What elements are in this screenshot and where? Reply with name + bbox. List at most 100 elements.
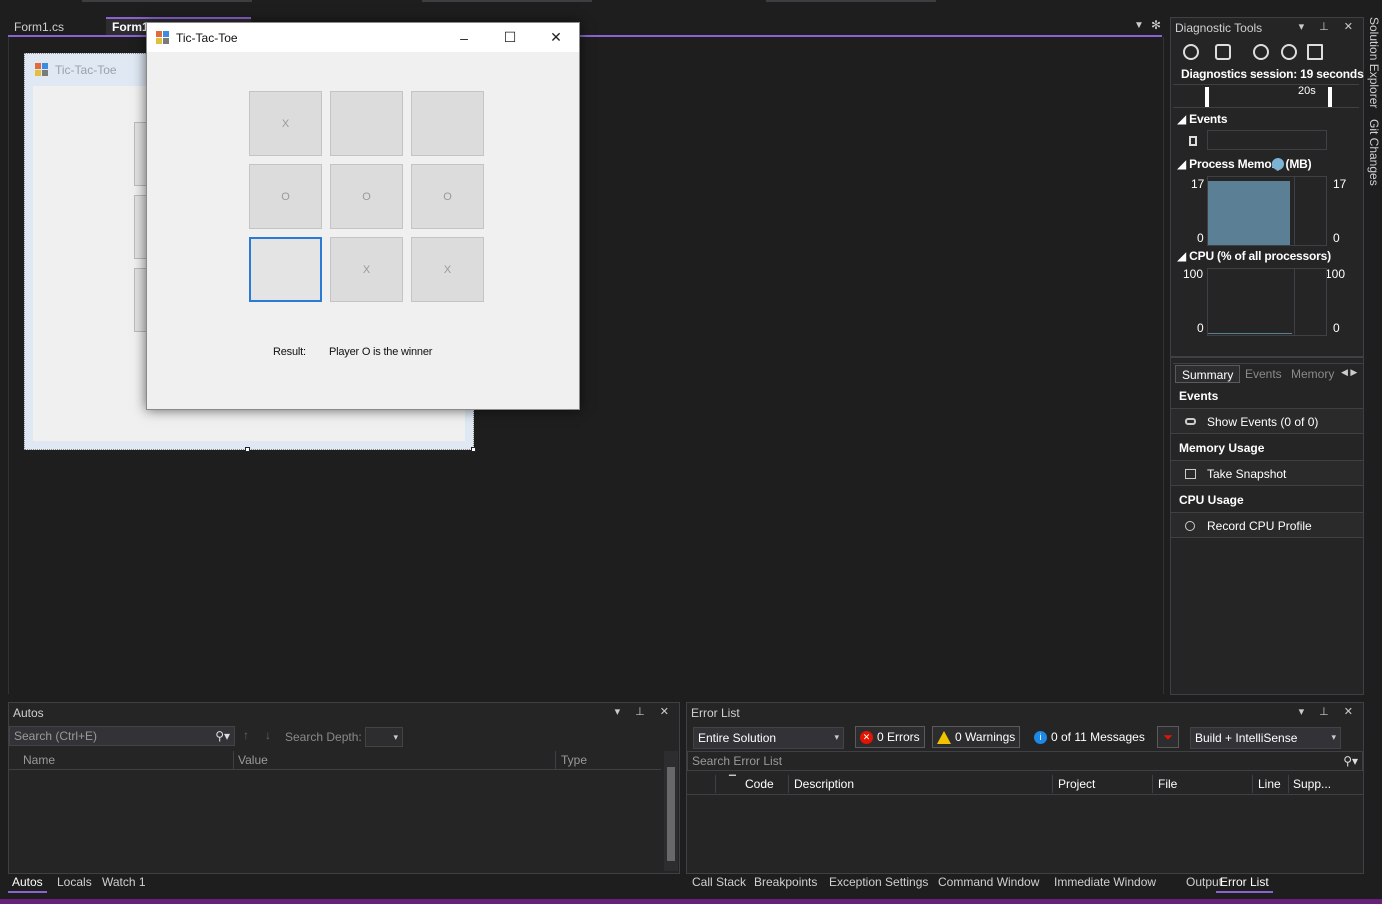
splitter[interactable] bbox=[1171, 356, 1363, 358]
board-cell[interactable]: X bbox=[411, 237, 484, 302]
panel-controls[interactable]: ▾ ⊥ ✕ bbox=[615, 705, 675, 718]
take-snapshot-link[interactable]: Take Snapshot bbox=[1207, 467, 1286, 481]
panel-controls[interactable]: ▾ ⊥ ✕ bbox=[1299, 705, 1359, 718]
events-section-header[interactable]: ◢ Events bbox=[1177, 112, 1228, 126]
memory-header-label: Process Memory (MB) bbox=[1189, 157, 1312, 171]
memory-axis-min-right: 0 bbox=[1333, 231, 1340, 245]
reset-zoom-icon[interactable] bbox=[1307, 44, 1323, 60]
column-divider[interactable] bbox=[1052, 775, 1053, 793]
column-line[interactable]: Line bbox=[1258, 777, 1281, 791]
board-cell[interactable] bbox=[411, 91, 484, 156]
messages-filter-button[interactable]: i 0 of 11 Messages bbox=[1029, 726, 1150, 748]
board-cell[interactable]: O bbox=[330, 164, 403, 229]
column-divider[interactable] bbox=[1252, 775, 1253, 793]
autos-search-input[interactable]: Search (Ctrl+E) ⚲▾ bbox=[9, 726, 235, 746]
tab-error-list[interactable]: Error List bbox=[1216, 873, 1273, 893]
search-depth-select[interactable]: ▾ bbox=[365, 727, 403, 747]
board-cell[interactable]: X bbox=[249, 91, 322, 156]
warnings-filter-button[interactable]: 0 Warnings bbox=[932, 726, 1021, 748]
column-divider[interactable] bbox=[788, 775, 789, 793]
search-icon[interactable]: ⚲▾ bbox=[1343, 754, 1358, 768]
scope-select[interactable]: Entire Solution ▾ bbox=[693, 727, 844, 749]
vertical-scrollbar[interactable] bbox=[664, 751, 678, 871]
chevron-down-icon: ▾ bbox=[1331, 732, 1336, 742]
git-changes-tab[interactable]: Git Changes bbox=[1367, 119, 1381, 186]
record-cpu-link[interactable]: Record CPU Profile bbox=[1207, 519, 1312, 533]
column-divider[interactable] bbox=[1288, 775, 1289, 793]
memory-section-header[interactable]: ◢ Process Memory (MB) bbox=[1177, 157, 1312, 171]
zoom-out-icon[interactable] bbox=[1281, 44, 1297, 60]
gear-icon[interactable]: ✻ bbox=[1151, 18, 1161, 32]
column-divider[interactable] bbox=[555, 751, 556, 769]
minimize-button[interactable]: – bbox=[441, 23, 487, 52]
panel-controls[interactable]: ▾ ⊥ ✕ bbox=[1299, 20, 1359, 33]
diagnostic-tools-header: Diagnostic Tools ▾ ⊥ ✕ bbox=[1171, 18, 1363, 38]
pause-icon[interactable] bbox=[1189, 136, 1197, 146]
tab-immediate-window[interactable]: Immediate Window bbox=[1050, 873, 1160, 893]
tab-events[interactable]: Events bbox=[1239, 365, 1288, 383]
zoom-in-icon[interactable] bbox=[1253, 44, 1269, 60]
column-description[interactable]: Description bbox=[794, 777, 854, 791]
board-cell[interactable]: O bbox=[411, 164, 484, 229]
memory-graph bbox=[1207, 176, 1327, 246]
tab-form1-cs[interactable]: Form1.cs bbox=[8, 17, 104, 36]
error-search-input[interactable]: Search Error List ⚲▾ bbox=[687, 751, 1363, 771]
tab-watch-1[interactable]: Watch 1 bbox=[98, 873, 150, 893]
record-cpu-row[interactable]: Record CPU Profile bbox=[1171, 512, 1363, 538]
column-type[interactable]: Type bbox=[561, 753, 587, 767]
column-divider[interactable] bbox=[715, 775, 716, 793]
cpu-section-header[interactable]: ◢ CPU (% of all processors) bbox=[1177, 249, 1331, 263]
solution-explorer-tab[interactable]: Solution Explorer bbox=[1367, 17, 1381, 108]
column-divider[interactable] bbox=[233, 751, 234, 769]
arrow-up-icon[interactable]: ↑ bbox=[243, 728, 249, 742]
board-cell[interactable]: X bbox=[330, 237, 403, 302]
column-name[interactable]: Name bbox=[23, 753, 55, 767]
tab-command-window[interactable]: Command Window bbox=[934, 873, 1043, 893]
tab-memory[interactable]: Memory bbox=[1285, 365, 1340, 383]
arrow-down-icon[interactable]: ↓ bbox=[265, 728, 271, 742]
events-icon bbox=[1185, 418, 1196, 425]
settings-icon[interactable] bbox=[1183, 44, 1199, 60]
app-icon bbox=[156, 30, 170, 45]
column-divider[interactable] bbox=[1152, 775, 1153, 793]
board-cell[interactable] bbox=[249, 237, 322, 302]
close-button[interactable]: ✕ bbox=[533, 23, 579, 52]
show-events-row[interactable]: Show Events (0 of 0) bbox=[1171, 408, 1363, 434]
result-text: Player O is the winner bbox=[329, 346, 433, 358]
board-cell[interactable] bbox=[330, 91, 403, 156]
resize-handle[interactable] bbox=[471, 447, 476, 452]
search-icon[interactable]: ⚲▾ bbox=[215, 729, 230, 743]
filter-icon[interactable]: ⏷ bbox=[1157, 726, 1179, 748]
app-titlebar[interactable]: Tic-Tac-Toe – ☐ ✕ bbox=[147, 23, 579, 52]
column-code[interactable]: Code bbox=[745, 777, 774, 791]
sort-icon[interactable]: ▔ bbox=[729, 775, 736, 786]
tab-exception-settings[interactable]: Exception Settings bbox=[825, 873, 932, 893]
autos-panel: Autos ▾ ⊥ ✕ Search (Ctrl+E) ⚲▾ ↑ ↓ Searc… bbox=[8, 702, 680, 874]
column-project[interactable]: Project bbox=[1058, 777, 1095, 791]
scrollbar-thumb[interactable] bbox=[667, 767, 675, 861]
timeline-start-handle[interactable] bbox=[1205, 87, 1209, 107]
timeline-ruler[interactable]: 20s bbox=[1173, 84, 1359, 108]
column-file[interactable]: File bbox=[1158, 777, 1177, 791]
take-snapshot-row[interactable]: Take Snapshot bbox=[1171, 460, 1363, 486]
show-events-link[interactable]: Show Events (0 of 0) bbox=[1207, 415, 1318, 429]
resize-handle[interactable] bbox=[245, 447, 250, 452]
diagnostic-toolbar bbox=[1183, 44, 1333, 64]
tab-locals[interactable]: Locals bbox=[53, 873, 96, 893]
build-filter-select[interactable]: Build + IntelliSense ▾ bbox=[1190, 727, 1341, 749]
maximize-button[interactable]: ☐ bbox=[487, 23, 533, 52]
tab-breakpoints[interactable]: Breakpoints bbox=[750, 873, 821, 893]
tab-call-stack[interactable]: Call Stack bbox=[688, 873, 750, 893]
timeline-end-handle[interactable] bbox=[1328, 87, 1332, 107]
column-suppression[interactable]: Supp... bbox=[1293, 777, 1331, 791]
diagnostic-tools-panel: Diagnostic Tools ▾ ⊥ ✕ Diagnostics sessi… bbox=[1170, 17, 1364, 695]
board-cell[interactable]: O bbox=[249, 164, 322, 229]
column-value[interactable]: Value bbox=[238, 753, 268, 767]
chevron-down-icon[interactable]: ▼ bbox=[1134, 20, 1144, 31]
app-title: Tic-Tac-Toe bbox=[176, 30, 238, 45]
tab-autos[interactable]: Autos bbox=[8, 873, 47, 893]
export-icon[interactable] bbox=[1215, 44, 1231, 60]
errors-filter-button[interactable]: ✕ 0 Errors bbox=[855, 726, 925, 748]
scroll-tabs-icon[interactable]: ◀ ▶ bbox=[1341, 367, 1357, 378]
tab-summary[interactable]: Summary bbox=[1175, 365, 1241, 383]
